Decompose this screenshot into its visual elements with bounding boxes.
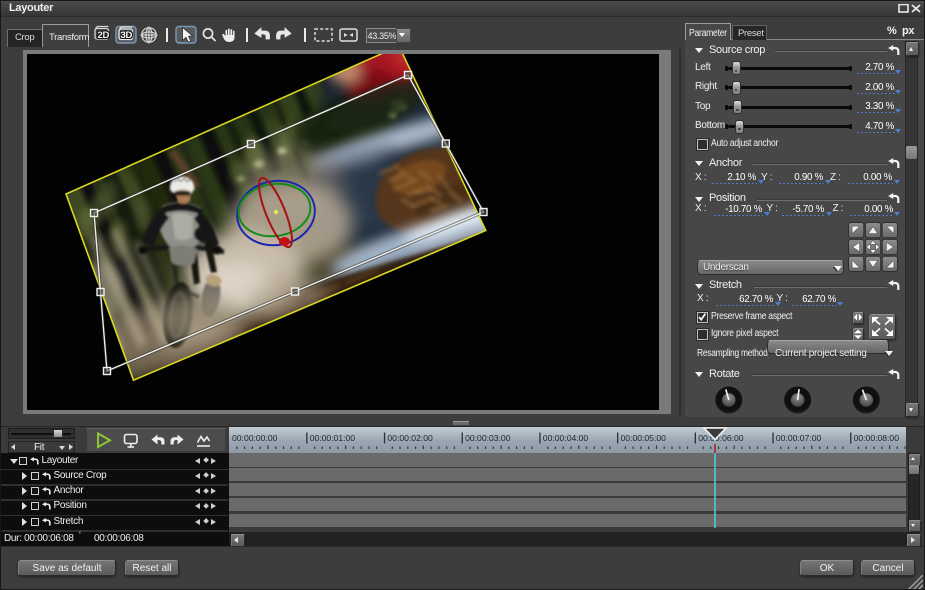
svg-text:00:00:04:00: 00:00:04:00 <box>543 433 589 443</box>
svg-text:00:00:01:00: 00:00:01:00 <box>310 433 356 443</box>
svg-text:00:00:00:00: 00:00:00:00 <box>232 433 278 443</box>
svg-text:00:00:02:00: 00:00:02:00 <box>387 433 433 443</box>
svg-text:00:00:03:00: 00:00:03:00 <box>465 433 511 443</box>
svg-text:00:00:07:00: 00:00:07:00 <box>776 433 822 443</box>
svg-text:00:00:05:00: 00:00:05:00 <box>621 433 667 443</box>
svg-text:00:00:08:00: 00:00:08:00 <box>854 433 900 443</box>
